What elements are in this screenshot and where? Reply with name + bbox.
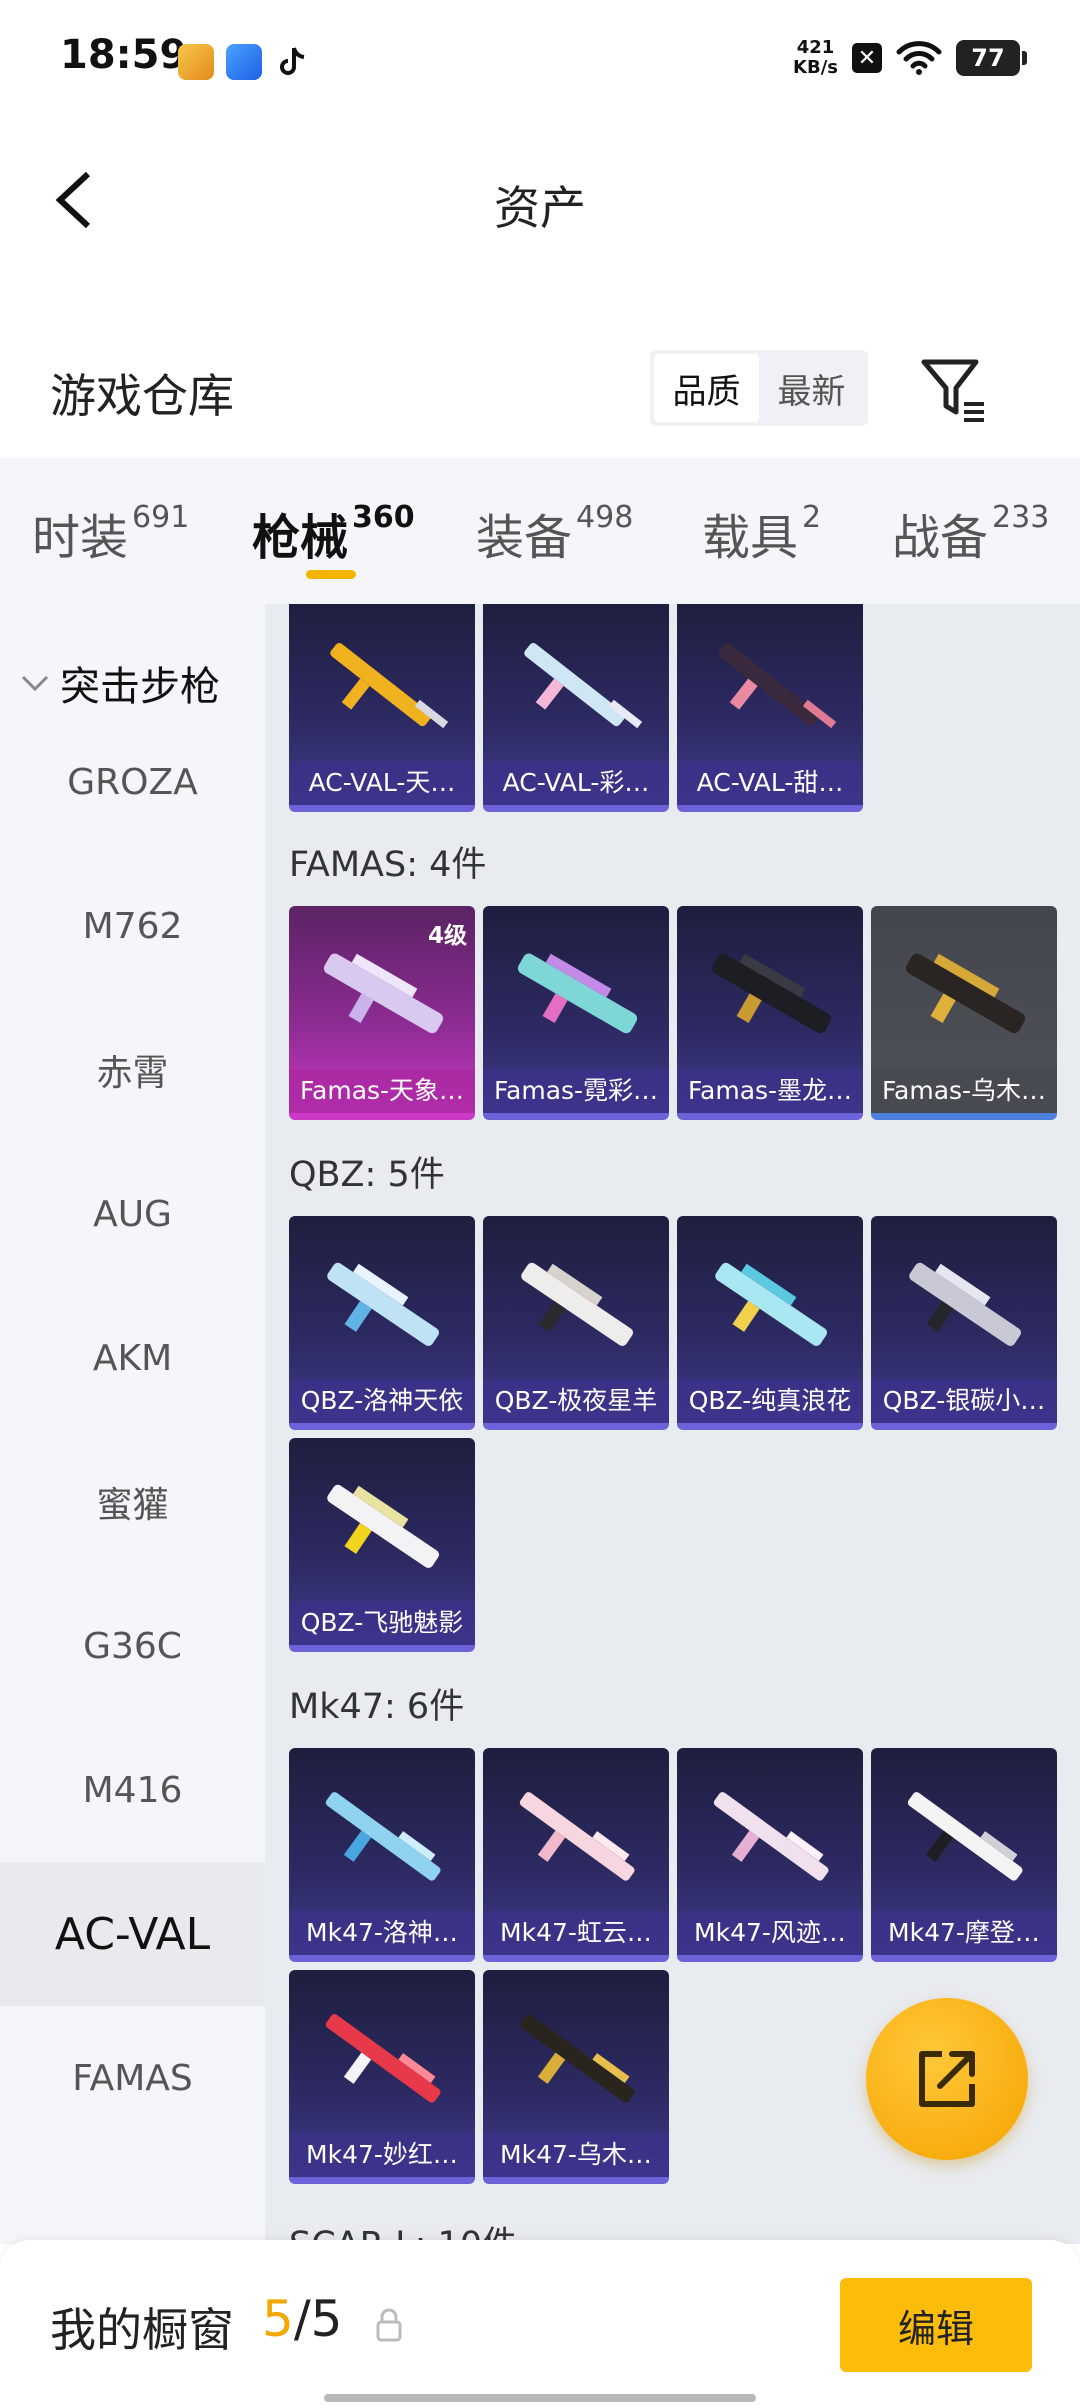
weapon-card[interactable]: Famas-墨龙… [677, 906, 863, 1120]
wifi-icon [896, 41, 942, 75]
sort-newest-button[interactable]: 最新 [759, 354, 864, 422]
showcase-count: 5/5 [262, 2290, 343, 2348]
section-title-famas: FAMAS: 4件 [289, 845, 487, 885]
sidebar-item-mihuan[interactable]: 蜜獾 [0, 1430, 265, 1574]
tab-vehicles[interactable]: 载具 2 [702, 498, 821, 568]
net-speed: 421 KB/s [793, 37, 838, 78]
sidebar-item-akm[interactable]: AKM [0, 1286, 265, 1430]
sidebar-item-acval[interactable]: AC-VAL [0, 1862, 265, 2006]
battery-icon: 77 [956, 40, 1027, 76]
weapon-card[interactable]: QBZ-极夜星羊 [483, 1216, 669, 1430]
weapon-card[interactable]: AC-VAL-甜… [677, 604, 863, 812]
section-title-qbz: QBZ: 5件 [289, 1155, 445, 1195]
weapon-card[interactable]: Famas-霓彩… [483, 906, 669, 1120]
weapon-card[interactable]: AC-VAL-天… [289, 604, 475, 812]
filter-icon[interactable] [918, 354, 988, 424]
rifle-skin-image [517, 953, 638, 1034]
sidebar-item-m762[interactable]: M762 [0, 854, 265, 998]
weapon-card[interactable]: QBZ-飞驰魅影 [289, 1438, 475, 1652]
status-bar: 18:59 421 KB/s ✕ 77 [0, 0, 1080, 120]
status-time: 18:59 [60, 32, 188, 78]
tiktok-icon [280, 47, 305, 75]
warehouse-row: 游戏仓库 品质 最新 [0, 280, 1080, 460]
showcase-bar: 我的橱窗 5/5 编辑 [0, 2240, 1080, 2408]
rifle-skin-image [521, 1262, 633, 1346]
category-tabs: 时装 691 枪械 360 装备 498 载具 2 战备 233 [0, 458, 1080, 604]
page-title: 资产 [494, 181, 586, 235]
weapon-card[interactable]: Mk47-摩登… [871, 1748, 1057, 1962]
share-icon [919, 2051, 975, 2107]
tab-equipment[interactable]: 装备 498 [476, 498, 633, 568]
weapon-card[interactable]: Famas-乌木… [871, 906, 1057, 1120]
chevron-down-icon [21, 675, 49, 692]
rifle-skin-image [907, 1792, 1023, 1881]
weapon-card[interactable]: Mk47-妙红… [289, 1970, 475, 2184]
share-fab-button[interactable] [866, 1998, 1028, 2160]
cloud-app-icon [226, 44, 262, 80]
rifle-skin-image [715, 1262, 827, 1346]
rifle-skin-image [325, 2014, 441, 2103]
rifle-skin-image [718, 642, 837, 729]
weapon-card[interactable]: 4级 Famas-天象… [289, 906, 475, 1120]
home-indicator [324, 2394, 756, 2402]
weapon-card[interactable]: Mk47-风迹… [677, 1748, 863, 1962]
rifle-skin-image [713, 1792, 829, 1881]
rifle-skin-image [327, 1262, 439, 1346]
rifle-skin-image [905, 953, 1026, 1034]
sidebar-category-header[interactable]: 突击步枪 [20, 654, 220, 712]
sidebar-item-famas[interactable]: FAMAS [0, 2006, 265, 2150]
game-app-icon [178, 44, 214, 80]
weapon-card[interactable]: QBZ-银碳小… [871, 1216, 1057, 1430]
weapon-card[interactable]: AC-VAL-彩… [483, 604, 669, 812]
close-box-icon: ✕ [852, 43, 882, 73]
sidebar-item-groza[interactable]: GROZA [0, 710, 265, 854]
tab-fashion[interactable]: 时装 691 [32, 498, 189, 568]
sidebar-item-aug[interactable]: AUG [0, 1142, 265, 1286]
rifle-skin-image [711, 953, 832, 1034]
rifle-skin-image [325, 1792, 441, 1881]
section-title-mk47: Mk47: 6件 [289, 1687, 465, 1727]
weapon-sidebar: 突击步枪 GROZA M762 赤霄 AUG AKM 蜜獾 G36C M416 … [0, 604, 265, 2244]
rifle-skin-image [909, 1262, 1021, 1346]
edit-button[interactable]: 编辑 [840, 2278, 1032, 2372]
weapon-card[interactable]: QBZ-洛神天依 [289, 1216, 475, 1430]
tab-combat-supplies[interactable]: 战备 233 [892, 498, 1049, 568]
sidebar-item-chixiao[interactable]: 赤霄 [0, 998, 265, 1142]
tab-indicator [306, 570, 356, 579]
weapon-card[interactable]: QBZ-纯真浪花 [677, 1216, 863, 1430]
rifle-skin-image [519, 1792, 635, 1881]
rifle-skin-image [519, 2014, 635, 2103]
rifle-skin-image [524, 642, 643, 729]
sidebar-item-g36c[interactable]: G36C [0, 1574, 265, 1718]
rifle-skin-image [323, 953, 444, 1034]
weapon-card[interactable]: Mk47-虹云… [483, 1748, 669, 1962]
sort-toggle: 品质 最新 [650, 350, 868, 426]
sidebar-item-m416[interactable]: M416 [0, 1718, 265, 1862]
lock-icon [376, 2308, 402, 2342]
warehouse-title: 游戏仓库 [50, 369, 234, 423]
weapon-card[interactable]: Mk47-乌木… [483, 1970, 669, 2184]
sort-quality-button[interactable]: 品质 [654, 354, 759, 422]
app-header: 资产 [0, 120, 1080, 280]
showcase-label: 我的橱窗 [50, 2303, 234, 2357]
rifle-skin-image [330, 642, 449, 729]
tab-firearms[interactable]: 枪械 360 [252, 498, 415, 568]
rifle-skin-image [327, 1484, 439, 1568]
weapon-card[interactable]: Mk47-洛神… [289, 1748, 475, 1962]
